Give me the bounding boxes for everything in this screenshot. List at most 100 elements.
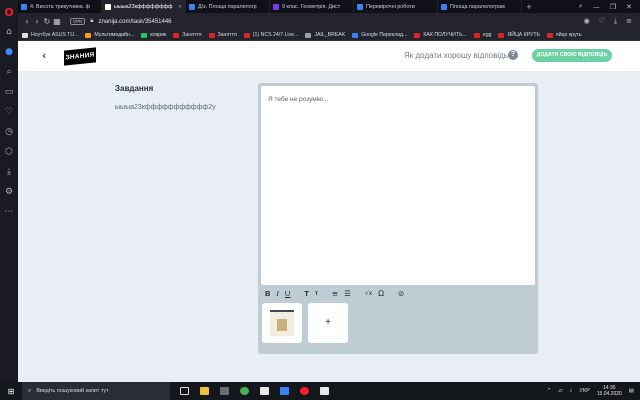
- download-icon[interactable]: ⤓: [614, 17, 617, 26]
- answer-textarea[interactable]: Я тебе не розумію...: [261, 86, 535, 285]
- bookmark[interactable]: JAIL_BREAK: [305, 32, 345, 38]
- bookmark-label: ЯЙЦА КРУТЬ: [507, 32, 540, 38]
- favorites-icon[interactable]: ♡: [3, 106, 15, 118]
- tab[interactable]: Площа паралелограм: [438, 0, 522, 13]
- close-window-icon[interactable]: ✕: [626, 3, 632, 11]
- task-view-icon[interactable]: [180, 387, 189, 395]
- heading-large-button[interactable]: T: [301, 289, 312, 298]
- underline-button[interactable]: U: [282, 289, 293, 298]
- url-field[interactable]: znanija.com/task/35451446: [98, 19, 171, 25]
- omega-icon[interactable]: Ω: [375, 289, 387, 298]
- opera-menu-icon[interactable]: O: [3, 6, 15, 19]
- bookmark[interactable]: КАК ПОЛУЧИТЬ...: [414, 32, 467, 38]
- start-windows-icon[interactable]: ⊞: [0, 387, 22, 396]
- tab-search-icon[interactable]: ⌕: [579, 2, 583, 11]
- lock-icon[interactable]: 🔒︎: [90, 18, 93, 25]
- bookmark[interactable]: (1) NCS 24/7 Live...: [243, 32, 299, 38]
- tab-label: 4. Висота трикутника. ф: [30, 3, 91, 10]
- mail-icon[interactable]: [260, 387, 269, 395]
- camera-icon[interactable]: ◉: [584, 17, 590, 26]
- add-attachment-button[interactable]: +: [308, 303, 348, 343]
- sidebar-more-icon[interactable]: ⋯: [3, 206, 15, 218]
- attachment-thumbnail[interactable]: [262, 303, 302, 343]
- bookmark-icon: [352, 32, 359, 38]
- bookmark[interactable]: яйцо круть: [546, 32, 582, 38]
- bookmark[interactable]: коврик: [141, 32, 166, 38]
- site-logo[interactable]: ЗНАНИЯ: [64, 47, 96, 66]
- search-icon: ⌕: [28, 387, 32, 394]
- bookmark-icon: [498, 32, 505, 38]
- bookmark-icon: [305, 32, 312, 38]
- tray-chevron-icon[interactable]: ⌃: [547, 388, 552, 394]
- answer-text: Я тебе не розумію...: [268, 96, 329, 103]
- bookmark-icon: [546, 32, 553, 38]
- attach-icon[interactable]: ⊘: [395, 289, 407, 298]
- bold-button[interactable]: B: [262, 289, 273, 298]
- bookmark-label: Заняття: [217, 32, 237, 38]
- extensions-icon[interactable]: ⬡: [3, 146, 15, 158]
- bookmark[interactable]: Мультимедийн...: [85, 32, 134, 38]
- close-tab-icon[interactable]: ✕: [176, 4, 182, 10]
- notifications-icon[interactable]: ▤: [629, 388, 634, 394]
- maximize-icon[interactable]: ❐: [610, 3, 616, 11]
- news-icon[interactable]: ▭: [3, 86, 15, 98]
- bookmark-icon: [173, 32, 180, 38]
- bookmark-label: коврик: [150, 32, 167, 38]
- tab-favicon-icon: [441, 3, 447, 10]
- bookmark[interactable]: Заняття: [208, 32, 237, 38]
- bookmark-label: (1) NCS 24/7 Live...: [252, 32, 299, 38]
- clock[interactable]: 14:36 15.04.2020: [597, 385, 622, 397]
- back-nav-icon[interactable]: ‹: [22, 17, 32, 26]
- heading-small-button[interactable]: т: [312, 291, 321, 297]
- easy-setup-icon[interactable]: ≡: [626, 17, 632, 26]
- sidebar-search-icon[interactable]: ⌕: [3, 66, 15, 78]
- help-icon[interactable]: ?: [508, 50, 518, 60]
- volume-icon[interactable]: ♪: [570, 388, 573, 394]
- how-to-answer-link[interactable]: Як додати хорошу відповідь: [404, 51, 508, 60]
- answer-editor: Я тебе не розумію... B I U T т ≡ ☰ √x Ω …: [258, 83, 538, 354]
- speed-dial-icon[interactable]: ⌂: [3, 26, 15, 38]
- italic-button[interactable]: I: [273, 289, 282, 298]
- reload-icon[interactable]: ↻: [42, 17, 52, 26]
- vpn-badge[interactable]: VPN: [70, 18, 86, 25]
- store-icon[interactable]: [220, 387, 229, 395]
- forward-nav-icon[interactable]: ›: [32, 17, 42, 26]
- history-icon[interactable]: ◷: [3, 126, 15, 138]
- chrome-icon[interactable]: [240, 387, 249, 395]
- tab-label: 9 клас. Геометрія. Дист: [282, 3, 341, 10]
- bookmark[interactable]: Заняття: [173, 32, 202, 38]
- page-content: ‹ ЗНАНИЯ Як додати хорошу відповідь ? До…: [18, 41, 640, 382]
- add-answer-button[interactable]: Додати свою відповідь: [532, 49, 612, 62]
- tab[interactable]: Перевірочні роботи: [354, 0, 438, 13]
- app-icon[interactable]: [280, 387, 289, 395]
- screen: O ⌂ ● ⌕ ▭ ♡ ◷ ⬡ ⤓ ⚙ ⋯ 4. Висота трикутни…: [0, 0, 640, 400]
- back-arrow-icon[interactable]: ‹: [42, 49, 46, 62]
- bookmark-label: Google Переклад...: [361, 32, 408, 38]
- bookmark[interactable]: Ноутбук ASUS TU...: [22, 32, 78, 38]
- bookmark[interactable]: egg: [473, 32, 491, 38]
- minimize-icon[interactable]: —: [593, 3, 600, 11]
- ordered-list-icon[interactable]: ≡: [329, 289, 341, 298]
- tab-active[interactable]: ыыыа23кфффффффф ✕: [102, 0, 186, 13]
- bookmark[interactable]: Google Переклад...: [352, 32, 407, 38]
- downloads-icon[interactable]: ⤓: [3, 166, 15, 178]
- explorer-icon[interactable]: [200, 387, 209, 395]
- grid-icon[interactable]: ▦: [52, 17, 62, 26]
- network-icon[interactable]: ▱: [558, 388, 562, 394]
- heart-icon[interactable]: ♡: [599, 17, 605, 26]
- language-indicator[interactable]: УКР: [579, 388, 589, 394]
- messenger-icon[interactable]: ●: [3, 46, 15, 58]
- taskbar-search[interactable]: ⌕ Введіть пошуковий запит тут: [22, 382, 170, 400]
- bookmark[interactable]: ЯЙЦА КРУТЬ: [498, 32, 540, 38]
- formula-icon[interactable]: √x: [362, 290, 375, 297]
- tab-favicon-icon: [357, 3, 363, 10]
- tab[interactable]: 4. Висота трикутника. ф: [18, 0, 102, 13]
- bullet-list-icon[interactable]: ☰: [341, 289, 354, 298]
- address-bar: ‹ › ↻ ▦ VPN 🔒︎ znanija.com/task/35451446…: [18, 13, 640, 30]
- tab[interactable]: 9 клас. Геометрія. Дист: [270, 0, 354, 13]
- calculator-icon[interactable]: [320, 387, 329, 395]
- new-tab-icon[interactable]: +: [522, 0, 536, 13]
- sidebar-settings-icon[interactable]: ⚙: [3, 186, 15, 198]
- app-icon[interactable]: [300, 387, 309, 395]
- tab[interactable]: Д/з. Площа паралелогр: [186, 0, 270, 13]
